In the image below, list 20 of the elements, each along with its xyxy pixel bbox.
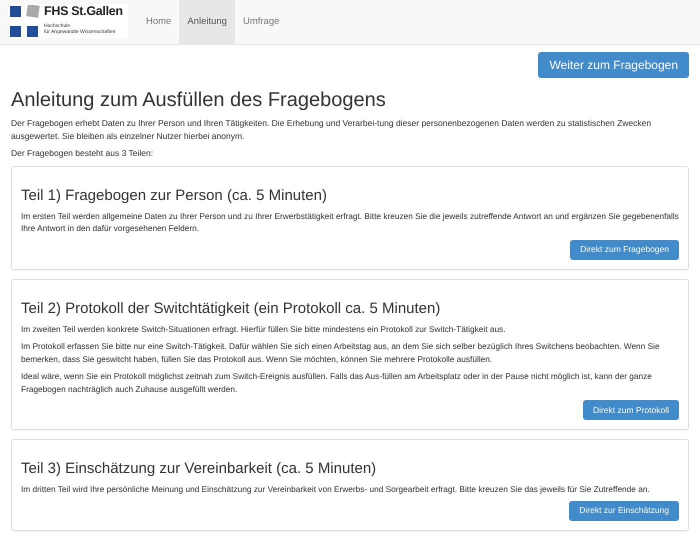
part-title: Teil 2) Protokoll der Switchtätigkeit (ein Protokoll ca. 5 Minuten) xyxy=(21,300,442,318)
part-text: Im ersten Teil werden allgemeine Daten zu Ihrer Person und zu Ihrer Erwerbstätigkeit erfragt. Bitte kreuzen Sie die jeweils zutreffende Antwort an und ergänzen Sie gegebenenfalls Ihre Antwort in den dafür vorgesehenen Feldern. xyxy=(21,210,679,234)
part-title: Teil 3) Einschätzung zur Vereinbarkeit (ca. 5 Minuten) xyxy=(21,460,378,478)
part-button[interactable]: Direkt zum Protokoll xyxy=(582,400,679,420)
part-button[interactable]: Direkt zum Fragebogen xyxy=(570,240,679,260)
intro-text: Der Fragebogen besteht aus 3 Teilen: xyxy=(11,147,154,160)
part-title: Teil 1) Fragebogen zur Person (ca. 5 Minuten) xyxy=(21,186,328,204)
nav-tab[interactable]: Home xyxy=(138,0,180,44)
part-button[interactable]: Direkt zur Einschätzung xyxy=(569,500,679,520)
nav-tab[interactable]: Anleitung xyxy=(179,0,235,44)
intro-text: Der Fragebogen erhebt Daten zu Ihrer Person und Ihren Tätigkeiten. Die Erhebung und Verarbei-tung dieser personenbezogenen Daten werden zu statistischen Zwecken ausgewertet. Sie bleiben als einzelner Nutzer hierbei anonym. xyxy=(11,117,652,142)
logo-title: FHS St.Gallen xyxy=(44,4,123,18)
part-text: Ideal wäre, wenn Sie ein Protokoll möglichst zeitnah zum Switch-Ereignis ausfüllen. Falls das Aus-füllen am Arbeitsplatz oder in der Pause nicht möglich ist, kann der ganze Fragebogen nachträglich auch Zuhause ausgefüllt werden. xyxy=(21,370,653,395)
logo-squares-icon xyxy=(10,5,40,39)
page-title: Anleitung zum Ausfüllen des Fragebogens xyxy=(11,88,387,112)
part-text: Im zweiten Teil werden konkrete Switch-Situationen erfragt. Hierfür füllen Sie bitte mindestens ein Protokoll zur Switch-Tätigkeit aus. xyxy=(21,322,507,335)
part-text: Im Protokoll erfassen Sie bitte nur eine Switch-Tätigkeit. Dafür wählen Sie sich einen Arbeitstag aus, an dem Sie sich selber bezüglich Ihres Switchens beobachten. Wenn Sie bemerken, dass Sie geswitcht haben, füllen Sie das Protokoll aus. Wenn Sie möchten, können Sie mehrere Protokolle ausfüllen. xyxy=(21,340,661,365)
nav-tab[interactable]: Umfrage xyxy=(234,0,288,44)
part-text: Im dritten Teil wird Ihre persönliche Meinung und Einschätzung zur Vereinbarkeit von Erwerbs- und Sorgearbeit erfragt. Bitte kreuzen Sie das jeweils für Sie Zutreffende an. xyxy=(21,483,651,496)
continue-button[interactable]: Weiter zum Fragebogen xyxy=(538,52,689,78)
